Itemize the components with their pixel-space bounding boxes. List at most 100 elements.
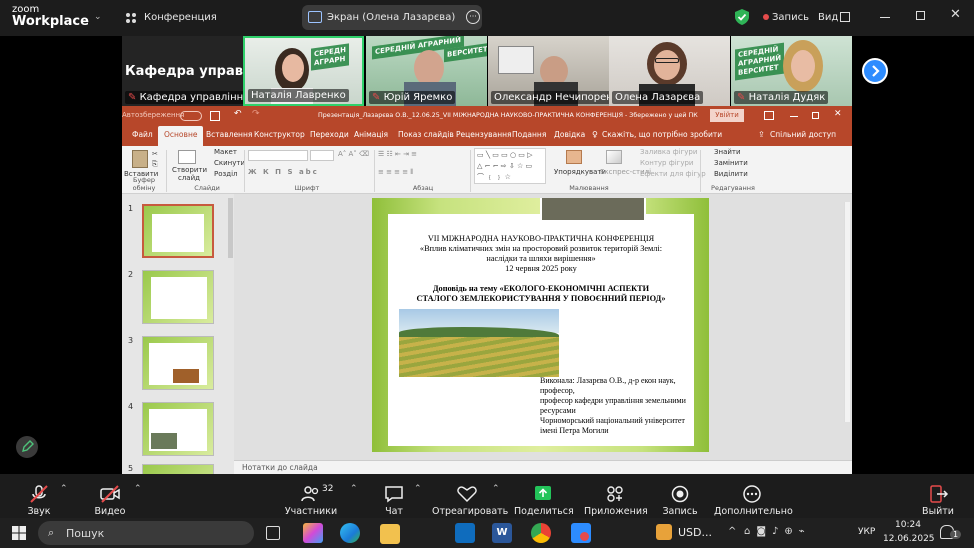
participants-options-chevron[interactable]: ⌃ (350, 484, 358, 494)
save-icon[interactable] (210, 111, 220, 121)
close-icon[interactable]: ✕ (950, 7, 961, 22)
tell-me-search[interactable]: Скажіть, що потрібно зробити (602, 130, 722, 139)
currency-widget-icon[interactable] (656, 524, 672, 540)
video-tile-2[interactable]: СЕРЕДН АГРАРН Наталія Лавренко (243, 36, 364, 106)
redo-icon[interactable]: ↷ (252, 109, 260, 119)
shapes-gallery[interactable]: ▭ ╲ ▭ ▭ ○ ▭ ▷ △ ⌐ ⌐ ⇨ ⇩ ☆ ▭ ⌒ ﹛ ﹜ ☆ (474, 148, 546, 184)
paragraph-list-icons[interactable]: ☰ ☷ ⇤ ⇥ ≡ (378, 150, 417, 158)
chat-button[interactable]: Чат (380, 478, 408, 517)
autosave-toggle[interactable] (180, 111, 202, 121)
video-tile-3[interactable]: СЕРЕДНІЙ АГРАРНИЙ ВЕРСИТЕТ ✎ Юрій Яремко (366, 36, 487, 106)
cut-icon[interactable]: ✂ (152, 150, 158, 158)
tab-review[interactable]: Рецензування (456, 130, 512, 139)
quick-styles-icon[interactable] (606, 150, 622, 164)
view-grid-icon[interactable] (840, 12, 850, 22)
word-icon[interactable]: W (492, 523, 512, 543)
video-tile-1[interactable]: Кафедра управ... ✎ Кафедра управління з.… (122, 36, 243, 106)
shape-fill-button[interactable]: Заливка фігури (640, 148, 697, 156)
apps-button[interactable]: Приложения (584, 478, 648, 517)
paste-icon[interactable] (132, 150, 148, 168)
ppt-close-icon[interactable]: ✕ (834, 109, 842, 119)
clock-time[interactable]: 10:24 (895, 520, 921, 530)
view-button[interactable]: Вид (818, 11, 838, 25)
font-format-icons[interactable]: Ж К П S abc (248, 168, 319, 176)
task-view-icon[interactable] (266, 526, 280, 540)
restore-icon[interactable] (916, 11, 925, 20)
share-screen-button[interactable]: Поделиться (514, 478, 574, 517)
meeting-name[interactable]: Конференция (144, 11, 217, 25)
thumbnails-scrollbar[interactable] (228, 198, 233, 258)
find-button[interactable]: Знайти (714, 148, 741, 156)
font-name-select[interactable] (248, 150, 308, 161)
currency-widget[interactable]: USD... (678, 526, 712, 539)
leave-button[interactable]: Выйти (918, 478, 958, 517)
tab-home[interactable]: Основне (158, 126, 204, 146)
arrange-icon[interactable] (566, 150, 582, 164)
reset-button[interactable]: Скинути (214, 159, 245, 167)
ribbon-options-icon[interactable] (764, 111, 774, 120)
undo-icon[interactable]: ↶ (234, 109, 242, 119)
clock-date[interactable]: 12.06.2025 (883, 534, 935, 544)
slide-thumbnail-1[interactable] (142, 204, 214, 258)
shape-effects-button[interactable]: Ефекти для фігур (640, 170, 706, 178)
chevron-down-icon[interactable]: ⌄ (94, 12, 102, 22)
annotate-button[interactable] (16, 436, 38, 458)
windows-start-icon[interactable] (12, 525, 26, 540)
tab-transitions[interactable]: Переходи (310, 130, 349, 139)
more-options-icon[interactable]: ··· (466, 10, 480, 24)
minimize-icon[interactable] (880, 17, 890, 18)
section-button[interactable]: Розділ (214, 170, 238, 178)
tray-app-icons[interactable]: ⌂◙♪⊕⌁ (744, 526, 811, 537)
replace-button[interactable]: Замінити (714, 159, 748, 167)
audio-button[interactable]: Звук (22, 478, 56, 517)
record-status[interactable]: Запись (772, 11, 809, 25)
slide-notes[interactable]: Нотатки до слайда (234, 460, 852, 474)
select-button[interactable]: Виділити (714, 170, 748, 178)
tab-help[interactable]: Довідка (554, 130, 585, 139)
login-button[interactable]: Увійти (710, 109, 744, 122)
chrome-icon[interactable] (531, 523, 551, 543)
video-options-chevron[interactable]: ⌃ (134, 484, 142, 494)
share-button[interactable]: Спільний доступ (770, 130, 836, 139)
record-button[interactable]: Запись (662, 478, 698, 517)
audio-options-chevron[interactable]: ⌃ (60, 484, 68, 494)
next-videos-button[interactable] (862, 58, 888, 84)
new-slide-icon[interactable] (178, 150, 196, 164)
outlook-icon[interactable] (455, 523, 475, 543)
tab-animation[interactable]: Анімація (354, 130, 388, 139)
slide-thumbnail-2[interactable] (142, 270, 214, 324)
ppt-minimize-icon[interactable] (790, 116, 798, 117)
font-grow-icons[interactable]: A˄ A˅ ⌫ (338, 150, 369, 158)
edge-icon[interactable] (340, 523, 360, 543)
ppt-restore-icon[interactable] (812, 112, 819, 119)
react-options-chevron[interactable]: ⌃ (492, 484, 500, 494)
shield-icon[interactable] (735, 9, 749, 29)
arrange-button[interactable]: Упорядкувати (554, 168, 606, 176)
copilot-icon[interactable] (303, 523, 323, 543)
layout-button[interactable]: Макет (214, 148, 237, 156)
slide-thumbnail-4[interactable] (142, 402, 214, 456)
slide-thumbnail-3[interactable] (142, 336, 214, 390)
language-indicator[interactable]: УКР (858, 527, 875, 537)
tab-design[interactable]: Конструктор (254, 130, 305, 139)
tab-view[interactable]: Подання (512, 130, 546, 139)
video-tile-4[interactable]: Олександр Нечипоренко (488, 36, 609, 106)
video-button[interactable]: Видео (92, 478, 128, 517)
meeting-info-icon[interactable] (124, 10, 138, 24)
canvas-scrollbar[interactable] (844, 202, 850, 422)
copy-icon[interactable]: ⎘ (152, 160, 158, 169)
tab-file[interactable]: Файл (132, 130, 153, 139)
tab-slideshow[interactable]: Показ слайдів (398, 130, 454, 139)
tab-insert[interactable]: Вставлення (206, 130, 252, 139)
slide-thumbnail-5[interactable] (142, 464, 214, 474)
shape-outline-button[interactable]: Контур фігури (640, 159, 693, 167)
paragraph-align-icons[interactable]: ≡ ≡ ≡ ≡ ⫴ (378, 168, 413, 177)
video-tile-5[interactable]: Олена Лазарєва (609, 36, 730, 106)
more-button[interactable]: Дополнительно (714, 478, 793, 517)
new-slide-button[interactable]: Створити слайд (172, 166, 207, 182)
chat-options-chevron[interactable]: ⌃ (414, 484, 422, 494)
font-size-select[interactable] (310, 150, 334, 161)
file-explorer-icon[interactable] (380, 524, 400, 544)
tray-chevron-icon[interactable]: ^ (728, 526, 736, 537)
video-tile-6[interactable]: СЕРЕДНІЙ АГРАРНИЙ ВЕРСИТЕТ ✎ Наталія Дудяк (731, 36, 852, 106)
